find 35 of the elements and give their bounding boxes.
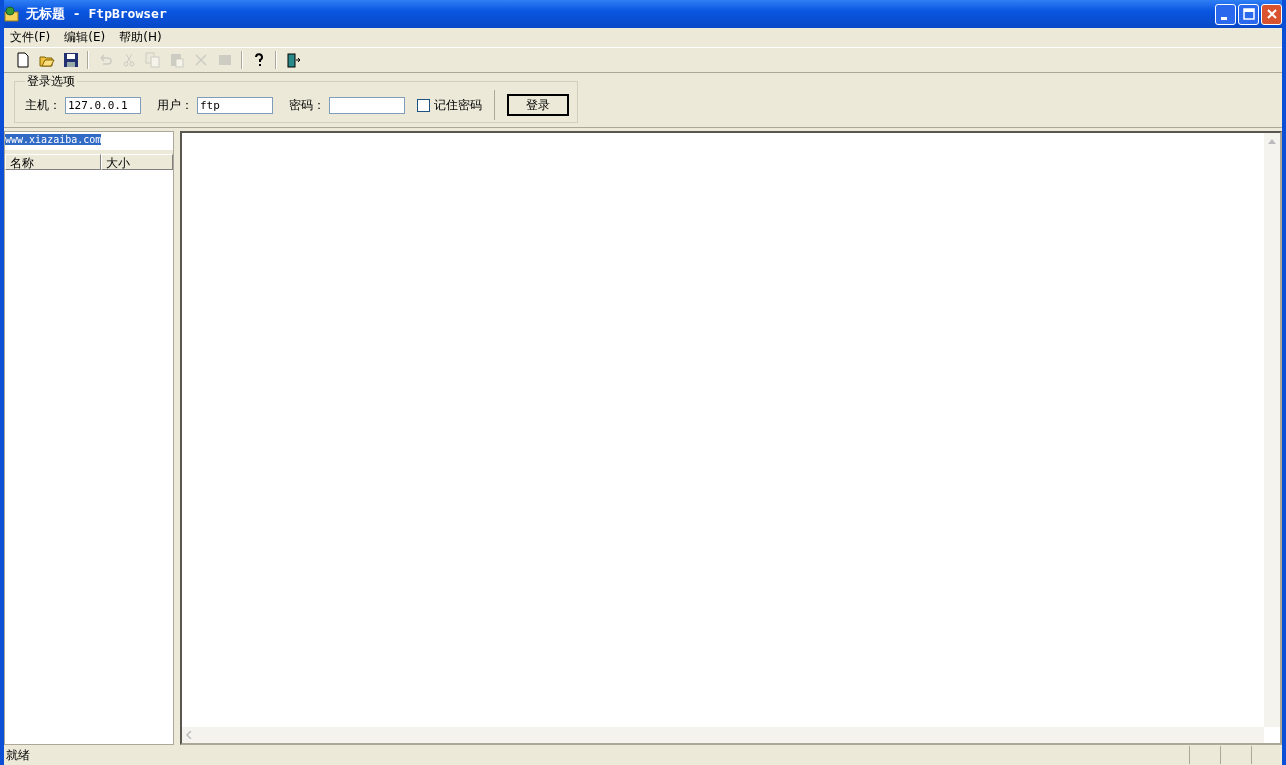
- minimize-button[interactable]: [1215, 3, 1236, 25]
- login-button[interactable]: 登录: [507, 94, 569, 116]
- password-field[interactable]: [329, 96, 405, 114]
- group-legend: 登录选项: [25, 73, 77, 90]
- maximize-button[interactable]: [1238, 3, 1259, 25]
- host-field[interactable]: 127.0.0.1: [65, 96, 141, 114]
- undo-arrow-icon: [97, 52, 113, 68]
- remember-checkbox[interactable]: [417, 98, 430, 112]
- scissors-icon: [121, 52, 137, 68]
- close-icon: [1265, 8, 1278, 20]
- vertical-scrollbar[interactable]: [1264, 133, 1280, 727]
- cross-icon: [193, 52, 209, 68]
- column-header[interactable]: 大小: [101, 154, 173, 170]
- minimize-icon: [1220, 16, 1227, 20]
- menu-item[interactable]: 编辑(E): [64, 29, 106, 46]
- square-icon: [217, 52, 233, 68]
- menu-item[interactable]: 文件(F): [10, 29, 51, 46]
- maximize-icon: [1242, 8, 1255, 20]
- user-field[interactable]: ftp: [197, 96, 273, 114]
- close-button[interactable]: [1261, 3, 1282, 25]
- copy-icon: [145, 52, 161, 68]
- status-text: 就绪: [6, 746, 31, 764]
- horizontal-scrollbar[interactable]: [182, 727, 1264, 743]
- column-header[interactable]: 名称: [5, 154, 101, 170]
- window-title: 无标题 - FtpBrowser: [26, 5, 167, 23]
- clipboard-icon: [169, 52, 185, 68]
- host-label: 主机：: [25, 96, 61, 114]
- menu-item[interactable]: 帮助(H): [119, 29, 162, 46]
- remember-label: 记住密码: [434, 96, 482, 114]
- password-label: 密码：: [289, 96, 325, 114]
- door-icon: [285, 52, 301, 68]
- folder-globe-icon: [4, 6, 20, 22]
- user-label: 用户：: [157, 96, 193, 114]
- up-arrow-icon: [1268, 138, 1276, 144]
- blank-page-icon: [15, 52, 31, 68]
